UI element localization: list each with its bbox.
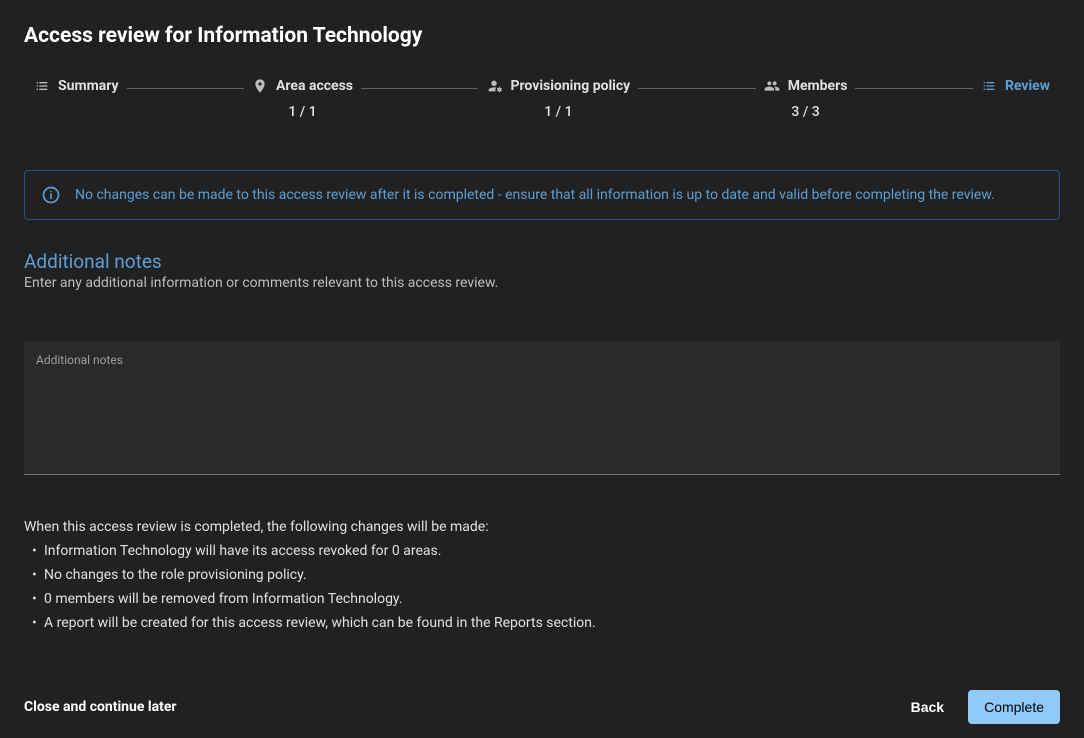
step-count: 1 / 1	[288, 104, 316, 120]
list-icon	[34, 78, 50, 94]
step-label: Members	[788, 78, 848, 94]
location-icon	[252, 78, 268, 94]
close-continue-button[interactable]: Close and continue later	[24, 699, 177, 715]
info-banner-text: No changes can be made to this access re…	[75, 187, 995, 203]
step-connector	[361, 88, 479, 89]
step-label: Summary	[58, 78, 119, 94]
changes-intro: When this access review is completed, th…	[24, 519, 1060, 535]
info-banner: No changes can be made to this access re…	[24, 170, 1060, 220]
step-label: Provisioning policy	[510, 78, 630, 94]
notes-field-wrap: Additional notes	[24, 341, 1060, 475]
notes-input[interactable]	[24, 341, 1060, 474]
step-count: 1 / 1	[544, 104, 572, 120]
step-summary[interactable]: Summary	[34, 78, 119, 94]
users-icon	[764, 78, 780, 94]
stepper: Summary Area access 1 / 1 Provisioning p…	[24, 78, 1060, 120]
notes-subtitle: Enter any additional information or comm…	[24, 275, 1060, 291]
complete-button[interactable]: Complete	[968, 690, 1060, 724]
list-item: A report will be created for this access…	[44, 615, 1060, 631]
step-count: 3 / 3	[791, 104, 819, 120]
list-item: 0 members will be removed from Informati…	[44, 591, 1060, 607]
list-item: No changes to the role provisioning poli…	[44, 567, 1060, 583]
info-icon	[41, 185, 61, 205]
notes-title: Additional notes	[24, 250, 1060, 273]
footer: Close and continue later Back Complete	[0, 676, 1084, 738]
page-title: Access review for Information Technology	[24, 24, 1060, 48]
step-connector	[638, 88, 756, 89]
step-label: Area access	[276, 78, 353, 94]
step-review[interactable]: Review	[981, 78, 1050, 94]
step-provisioning[interactable]: Provisioning policy 1 / 1	[486, 78, 630, 120]
step-members[interactable]: Members 3 / 3	[764, 78, 848, 120]
list-item: Information Technology will have its acc…	[44, 543, 1060, 559]
step-label: Review	[1005, 78, 1050, 94]
changes-list: Information Technology will have its acc…	[24, 543, 1060, 639]
step-connector	[127, 88, 245, 89]
review-list-icon	[981, 78, 997, 94]
step-area-access[interactable]: Area access 1 / 1	[252, 78, 353, 120]
step-connector	[855, 88, 973, 89]
back-button[interactable]: Back	[911, 699, 944, 715]
users-gear-icon	[486, 78, 502, 94]
notes-field-label: Additional notes	[36, 353, 123, 367]
